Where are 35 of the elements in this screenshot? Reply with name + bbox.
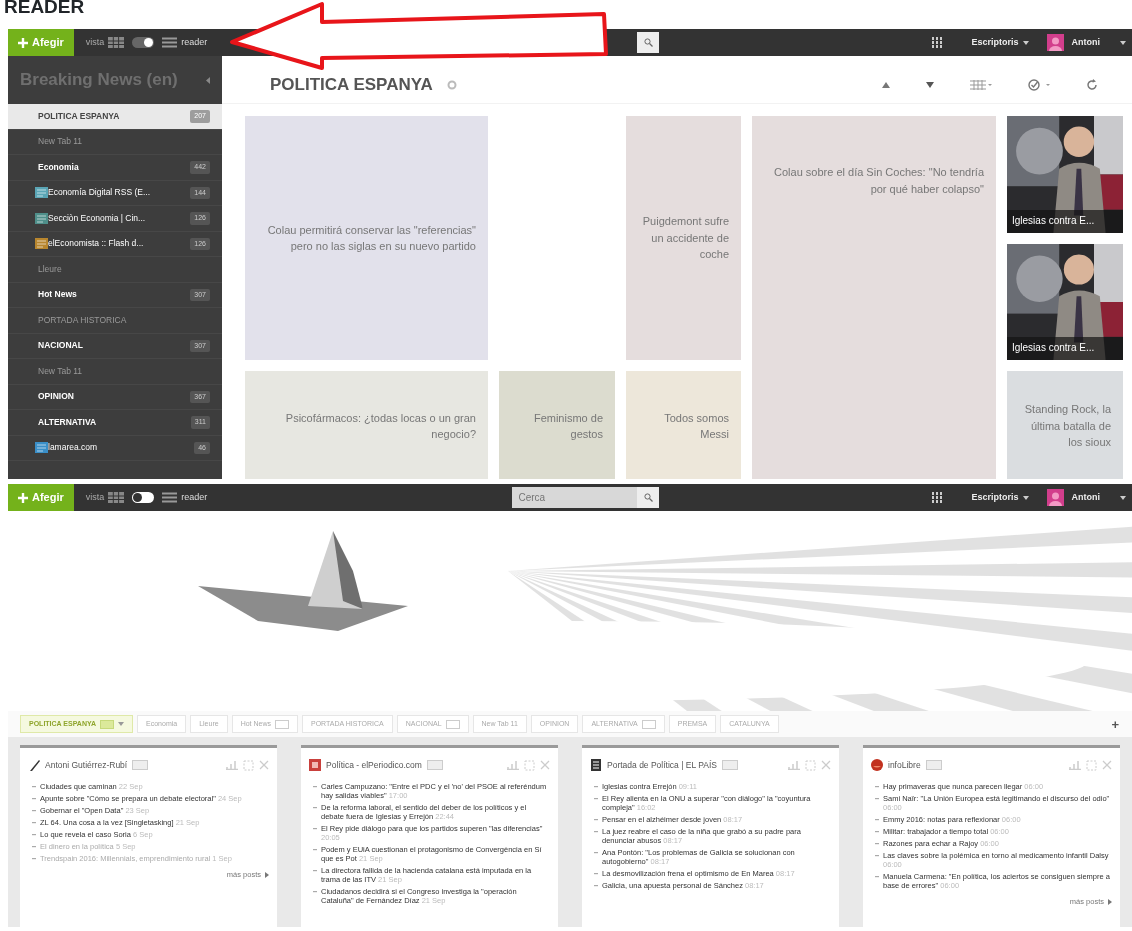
- user-menu[interactable]: Antoni: [1067, 490, 1104, 505]
- headline: Feminismo de gestos: [532, 410, 603, 442]
- headline: Psicofármacos: ¿todas locas o un gran negocio?: [284, 410, 476, 442]
- picture-caption: Iglesias contra E...: [1007, 337, 1123, 360]
- desktops-menu[interactable]: Escriptoris: [967, 35, 1023, 50]
- search-field[interactable]: Cerca: [512, 487, 638, 508]
- sidebar-item[interactable]: New Tab 11: [8, 359, 222, 385]
- news-tile[interactable]: Colau permitirá conservar las "referencias" pero no las siglas en su nuevo partido: [245, 116, 488, 360]
- view-label: vista: [84, 490, 106, 504]
- news-tile[interactable]: Puigdemont sufre un accidente de coche: [626, 116, 741, 360]
- widget-title: infoLibre: [888, 758, 921, 772]
- add-tab-button[interactable]: +: [1110, 716, 1120, 732]
- news-tile[interactable]: Psicofármacos: ¿todas locas o un gran negocio?: [245, 371, 488, 479]
- reader-label: reader: [180, 490, 209, 504]
- headline: Puigdemont sufre un accidente de coche: [641, 214, 729, 263]
- user-menu[interactable]: Antoni: [1067, 35, 1104, 50]
- headline: Todos somos Messi: [663, 410, 729, 442]
- sidebar-item[interactable]: New Tab 11: [8, 129, 222, 155]
- sidebar-item[interactable]: PORTADA HISTORICA: [8, 308, 222, 334]
- headline: Colau sobre el día Sin Coches: "No tendría por qué haber colapso": [773, 165, 984, 197]
- board-title: POLITICA ESPANYA: [270, 73, 433, 96]
- news-tile[interactable]: Todos somos Messi: [626, 371, 741, 479]
- widget-title: Antoni Gutiérrez-Rubí: [45, 758, 128, 772]
- news-tile[interactable]: Standing Rock, la última batalla de los sioux: [1007, 371, 1123, 479]
- picture-caption: Iglesias contra E...: [1007, 210, 1123, 233]
- widget-title: Portada de Política | EL PAÍS: [607, 758, 717, 772]
- view-label: vista: [84, 35, 106, 49]
- desktops-menu[interactable]: Escriptoris: [967, 490, 1023, 505]
- headline: Colau permitirá conservar las "referencias" pero no las siglas en su nuevo partido: [266, 222, 476, 254]
- document-heading: READER: [3, 0, 86, 19]
- news-tile[interactable]: Colau sobre el día Sin Coches: "No tendría por qué haber colapso": [752, 116, 996, 479]
- widget-title: Política - elPeriodico.com: [326, 758, 422, 772]
- sidebar-item[interactable]: Lleure: [8, 257, 222, 283]
- headline: Standing Rock, la última batalla de los sioux: [1023, 402, 1111, 451]
- reader-label: reader: [180, 35, 209, 49]
